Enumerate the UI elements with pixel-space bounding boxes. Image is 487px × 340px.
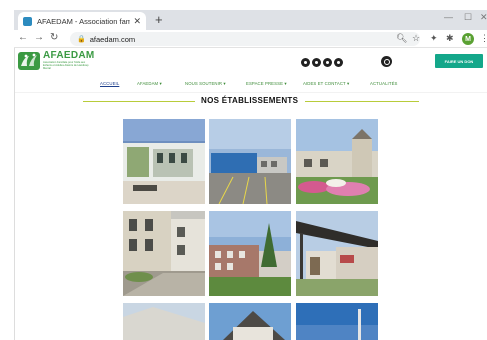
forward-icon[interactable]: → [34,32,44,43]
establishment-photo[interactable] [209,119,291,204]
menu-actualites[interactable]: ACTUALITÉS [370,81,398,86]
lock-icon: 🔒 [77,36,86,43]
facebook-icon[interactable] [301,58,310,67]
site-search-icon[interactable] [381,56,392,67]
website-viewport: AFAEDAM Association Familiale pour l'Aid… [14,48,487,340]
establishment-photo[interactable] [123,303,205,340]
donate-button[interactable]: FAIRE UN DON [435,54,483,68]
menu-afaedam[interactable]: AFAEDAM ▾ [137,81,162,87]
section-rule-left [83,101,195,102]
reload-icon[interactable]: ↻ [50,32,58,43]
close-tab-icon[interactable]: ✕ [133,16,141,27]
establishment-photo[interactable] [296,211,378,296]
browser-tab[interactable]: AFAEDAM - Association familiale ✕ [18,12,146,30]
linkedin-icon[interactable] [334,58,343,67]
menu-aides-contact[interactable]: AIDES ET CONTACT ▾ [303,81,349,87]
browser-menu-icon[interactable]: ⋮ [480,33,487,44]
url-text: afaedam.com [89,34,136,44]
section-title: NOS ÉTABLISSEMENTS [201,96,299,105]
address-bar[interactable]: 🔒 afaedam.com [70,32,420,46]
establishment-photo[interactable] [296,303,378,340]
menu-divider [15,92,487,93]
browser-tab-bar: AFAEDAM - Association familiale ✕ + — ☐ … [14,10,487,30]
establishment-photo[interactable] [123,211,205,296]
profile-avatar[interactable]: M [462,33,474,45]
section-rule-right [305,101,419,102]
browser-toolbar: ← → ↻ 🔒 afaedam.com 🔍︎ ☆ ✦ ✱ M ⋮ [14,30,487,48]
new-tab-button[interactable]: + [155,12,163,28]
puzzle-icon[interactable]: ✱ [446,33,454,44]
establishment-photo[interactable] [209,211,291,296]
maximize-icon[interactable]: ☐ [464,12,472,23]
extension-icon[interactable]: ✦ [430,33,438,44]
establishment-photo[interactable] [123,119,205,204]
menu-espace-presse[interactable]: ESPACE PRESSE ▾ [246,81,287,87]
minimize-icon[interactable]: — [444,12,453,22]
zoom-search-icon[interactable]: 🔍︎ [396,33,407,44]
tab-title: AFAEDAM - Association familiale [37,16,131,26]
establishment-photo[interactable] [296,119,378,204]
menu-accueil[interactable]: ACCUEIL [100,81,119,86]
logo-name[interactable]: AFAEDAM [43,50,95,61]
back-icon[interactable]: ← [18,32,28,43]
menu-nous-soutenir[interactable]: NOUS SOUTENIR ▾ [185,81,226,87]
youtube-icon[interactable] [323,58,332,67]
establishment-photo[interactable] [209,303,291,340]
afaedam-logo-icon[interactable] [18,52,40,70]
bookmark-star-icon[interactable]: ☆ [412,33,420,44]
close-window-icon[interactable]: ✕ [480,12,487,23]
instagram-icon[interactable] [312,58,321,67]
site-favicon-icon [23,16,32,26]
logo-tagline: Association Familiale pour l'Aide aux En… [43,61,89,70]
